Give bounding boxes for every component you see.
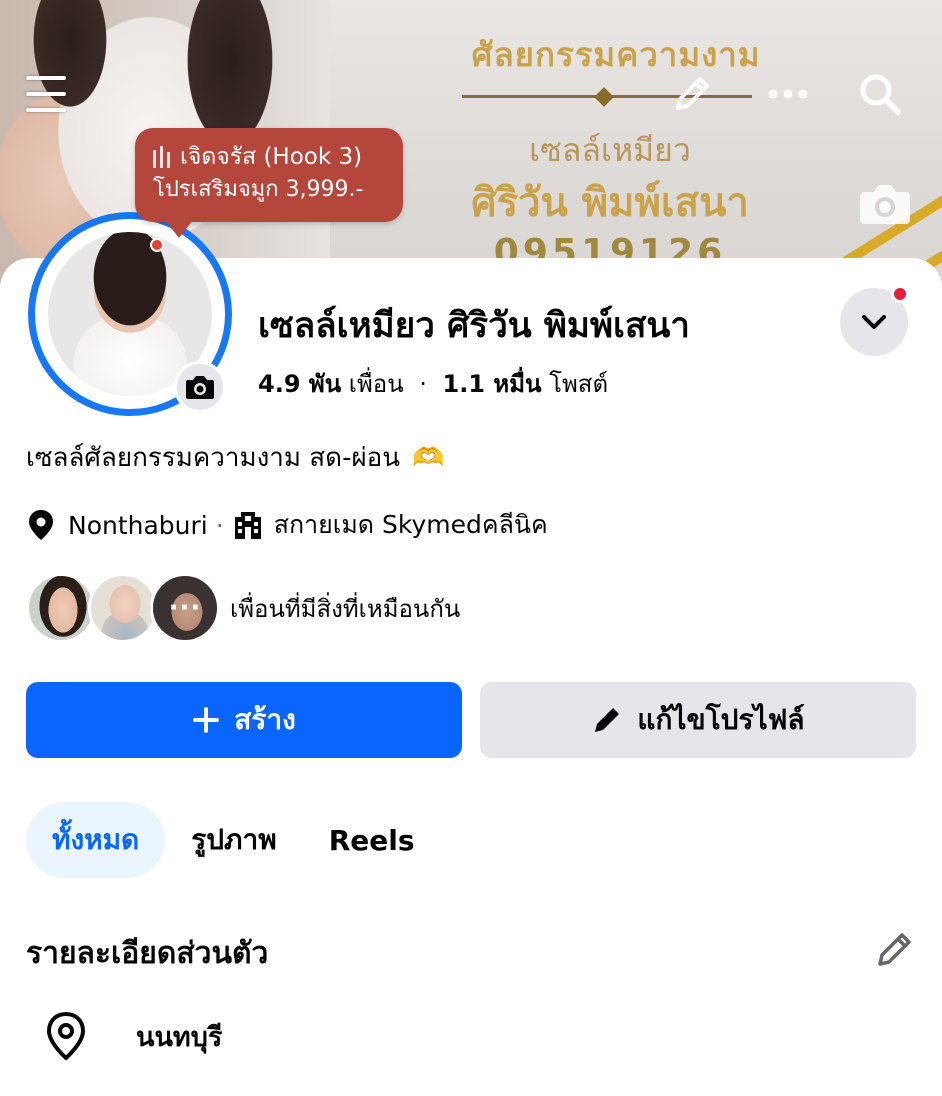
detail-location-text: นนทบุรี	[136, 1021, 223, 1053]
mutual-friend-avatar	[88, 573, 158, 643]
heart-hands-icon: 🫶	[412, 443, 445, 473]
profile-bio: เซลล์ศัลยกรรมความงาม สด-ผ่อน 🫶	[26, 437, 445, 478]
avatar-camera-icon[interactable]	[174, 361, 226, 413]
mutual-friend-avatar: ···	[150, 573, 220, 643]
mutual-friends[interactable]: ··· เพื่อนที่มีสิ่งที่เหมือนกัน	[26, 572, 460, 644]
cover-subtitle: เซลล์เหมียว	[529, 131, 691, 169]
posts-count: 1.1 หมื่น	[442, 370, 542, 398]
posts-label: โพสต์	[549, 370, 609, 398]
mutual-friend-avatar	[26, 573, 96, 643]
pencil-icon	[595, 708, 620, 732]
tab-reels[interactable]: Reels	[303, 802, 441, 878]
notification-dot	[891, 285, 909, 303]
more-dots-icon: ···	[168, 593, 202, 623]
more-dots-icon[interactable]	[764, 70, 812, 118]
create-button[interactable]: สร้าง	[26, 682, 462, 758]
workplace-building-icon	[234, 512, 261, 539]
edit-profile-button[interactable]: แก้ไขโปรไฟล์	[480, 682, 916, 758]
detail-location-row: นนทบุรี	[44, 1010, 222, 1062]
tab-all[interactable]: ทั้งหมด	[26, 802, 166, 878]
plus-icon	[193, 707, 220, 733]
chevron-down-icon	[862, 315, 886, 329]
bio-text: เซลล์ศัลยกรรมความงาม สด-ผ่อน	[26, 443, 401, 473]
location-pin-icon	[46, 1011, 86, 1061]
create-label: สร้าง	[234, 703, 296, 736]
profile-tabs: ทั้งหมด รูปภาพ Reels	[26, 802, 441, 878]
workplace-text[interactable]: สกายเมด Skymedคลีนิค	[274, 505, 548, 545]
story-indicator-dot	[150, 238, 164, 252]
pencil-icon[interactable]	[668, 70, 716, 118]
info-separator: ·	[215, 510, 224, 540]
details-section-title: รายละเอียดส่วนตัว	[26, 936, 269, 971]
tab-photos[interactable]: รูปภาพ	[165, 802, 302, 878]
location-text: Nonthaburi	[68, 510, 208, 540]
friends-count[interactable]: 4.9 พัน	[258, 370, 341, 398]
music-title: เจิดจรัส (Hook 3)	[180, 144, 363, 170]
stats-separator: ·	[419, 370, 427, 398]
friends-label[interactable]: เพื่อน	[349, 370, 404, 398]
promo-text: โปรเสริมจมูก 3,999.-	[153, 177, 364, 202]
music-tooltip[interactable]: เจิดจรัส (Hook 3) โปรเสริมจมูก 3,999.-	[135, 128, 403, 238]
details-edit-icon[interactable]	[874, 930, 918, 974]
edit-profile-label: แก้ไขโปรไฟล์	[637, 703, 805, 736]
cover-name: ศิริวัน พิมพ์เสนา	[471, 180, 749, 226]
mutual-friends-label: เพื่อนที่มีสิ่งที่เหมือนกัน	[230, 594, 461, 623]
hamburger-icon[interactable]	[22, 70, 70, 118]
cover-title: ศัลยกรรมความงาม	[471, 35, 761, 74]
search-icon[interactable]	[856, 70, 904, 118]
location-pin-icon	[29, 510, 53, 540]
music-bars-icon	[153, 146, 170, 168]
profile-info-row: Nonthaburi · สกายเมด Skymedคลีนิค	[26, 505, 548, 545]
camera-icon[interactable]	[858, 180, 912, 226]
profile-stats: 4.9 พัน เพื่อน · 1.1 หมื่น โพสต์	[258, 364, 608, 403]
profile-name: เซลล์เหมียว ศิริวัน พิมพ์เสนา	[258, 306, 690, 346]
